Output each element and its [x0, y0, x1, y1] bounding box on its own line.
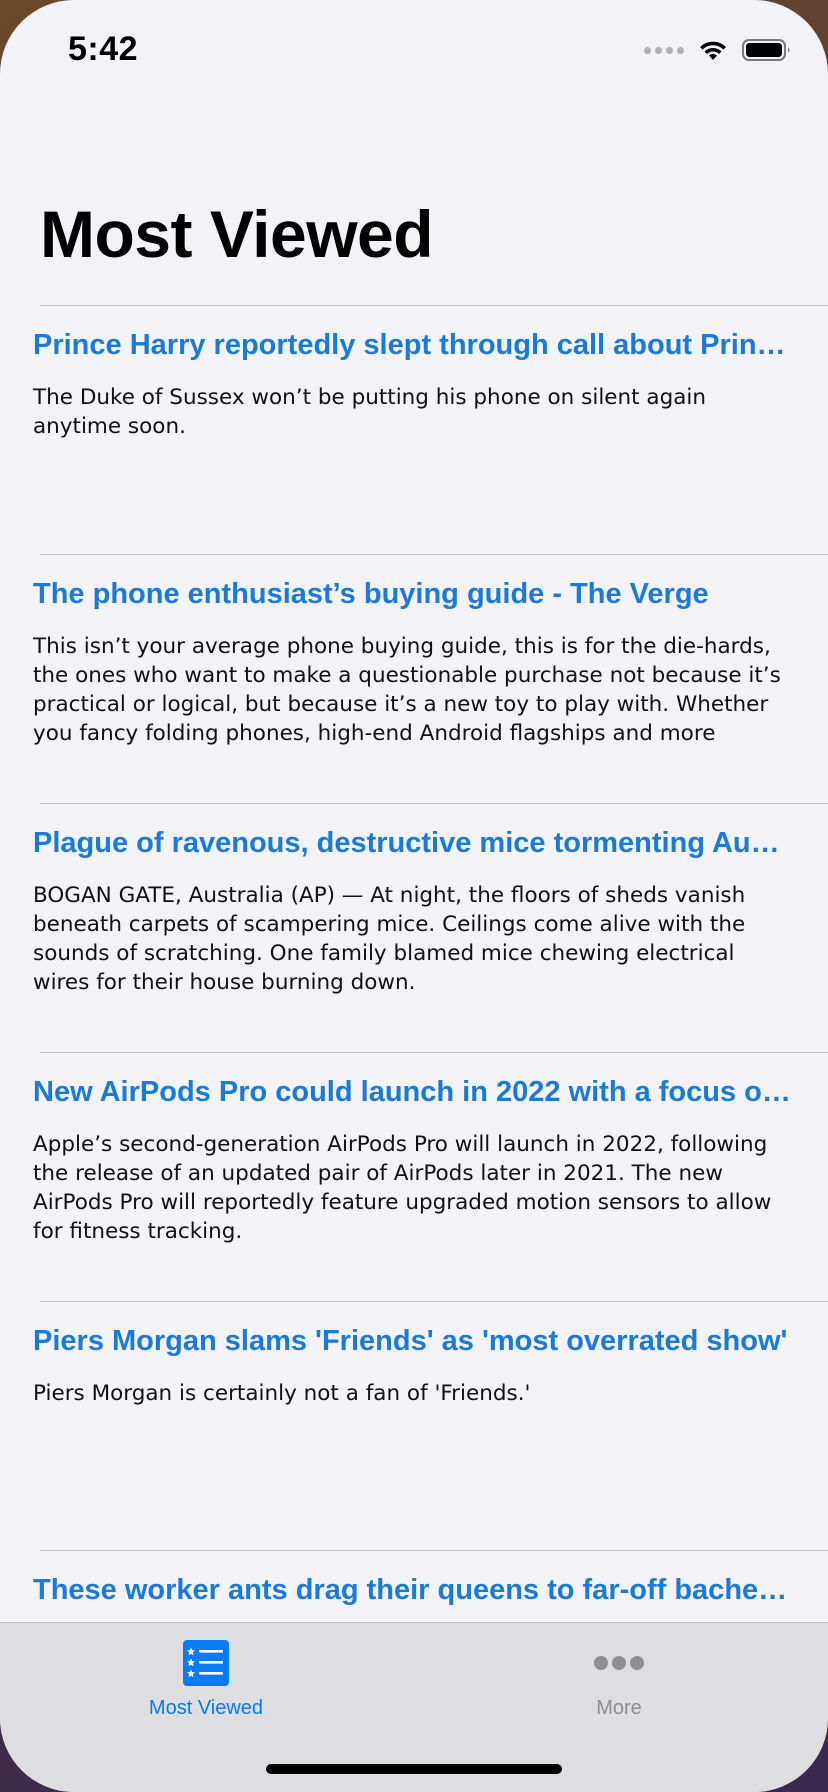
status-time: 5:42	[68, 30, 139, 68]
page-title: Most Viewed	[40, 197, 434, 271]
list-item[interactable]: Prince Harry reportedly slept through ca…	[0, 305, 828, 554]
tab-label: More	[596, 1697, 642, 1719]
tab-most-viewed[interactable]: Most Viewed	[106, 1639, 306, 1720]
row-separator	[40, 1301, 828, 1302]
article-summary: Piers Morgan is certainly not a fan of '…	[33, 1381, 531, 1406]
status-icons	[644, 38, 792, 62]
article-summary: The Duke of Sussex won’t be putting his …	[33, 385, 707, 439]
article-title[interactable]: Prince Harry reportedly slept through ca…	[33, 329, 795, 362]
row-separator	[40, 1052, 828, 1053]
tab-more[interactable]: More	[519, 1639, 719, 1720]
article-title[interactable]: Plague of ravenous, destructive mice tor…	[33, 827, 795, 860]
article-title[interactable]: These worker ants drag their queens to f…	[33, 1574, 795, 1607]
list-item[interactable]: The phone enthusiast’s buying guide - Th…	[0, 554, 828, 803]
cellular-signal-icon	[644, 46, 684, 54]
row-separator	[40, 1550, 828, 1551]
article-list[interactable]: Prince Harry reportedly slept through ca…	[0, 305, 828, 1792]
wifi-icon	[700, 41, 726, 60]
list-item[interactable]: Piers Morgan slams 'Friends' as 'most ov…	[0, 1301, 828, 1550]
status-bar: 5:42	[0, 0, 828, 100]
list-icon	[183, 1640, 229, 1686]
list-item[interactable]: Plague of ravenous, destructive mice tor…	[0, 803, 828, 1052]
battery-icon	[742, 39, 790, 61]
tab-label: Most Viewed	[148, 1697, 264, 1719]
phone-screen: 5:42 Most Viewed Prince Harry reportedly…	[0, 0, 828, 1792]
row-separator	[40, 554, 828, 555]
article-summary: BOGAN GATE, Australia (AP) — At night, t…	[33, 883, 746, 995]
home-indicator[interactable]	[266, 1764, 562, 1774]
article-summary: This isn’t your average phone buying gui…	[33, 634, 781, 746]
article-title[interactable]: Piers Morgan slams 'Friends' as 'most ov…	[33, 1325, 795, 1358]
list-item[interactable]: New AirPods Pro could launch in 2022 wit…	[0, 1052, 828, 1301]
article-summary: Apple’s second-generation AirPods Pro wi…	[33, 1132, 772, 1244]
article-title[interactable]: The phone enthusiast’s buying guide - Th…	[33, 578, 795, 611]
row-separator	[40, 803, 828, 804]
article-title[interactable]: New AirPods Pro could launch in 2022 wit…	[33, 1076, 795, 1109]
more-icon	[594, 1656, 644, 1670]
row-separator	[40, 305, 828, 306]
